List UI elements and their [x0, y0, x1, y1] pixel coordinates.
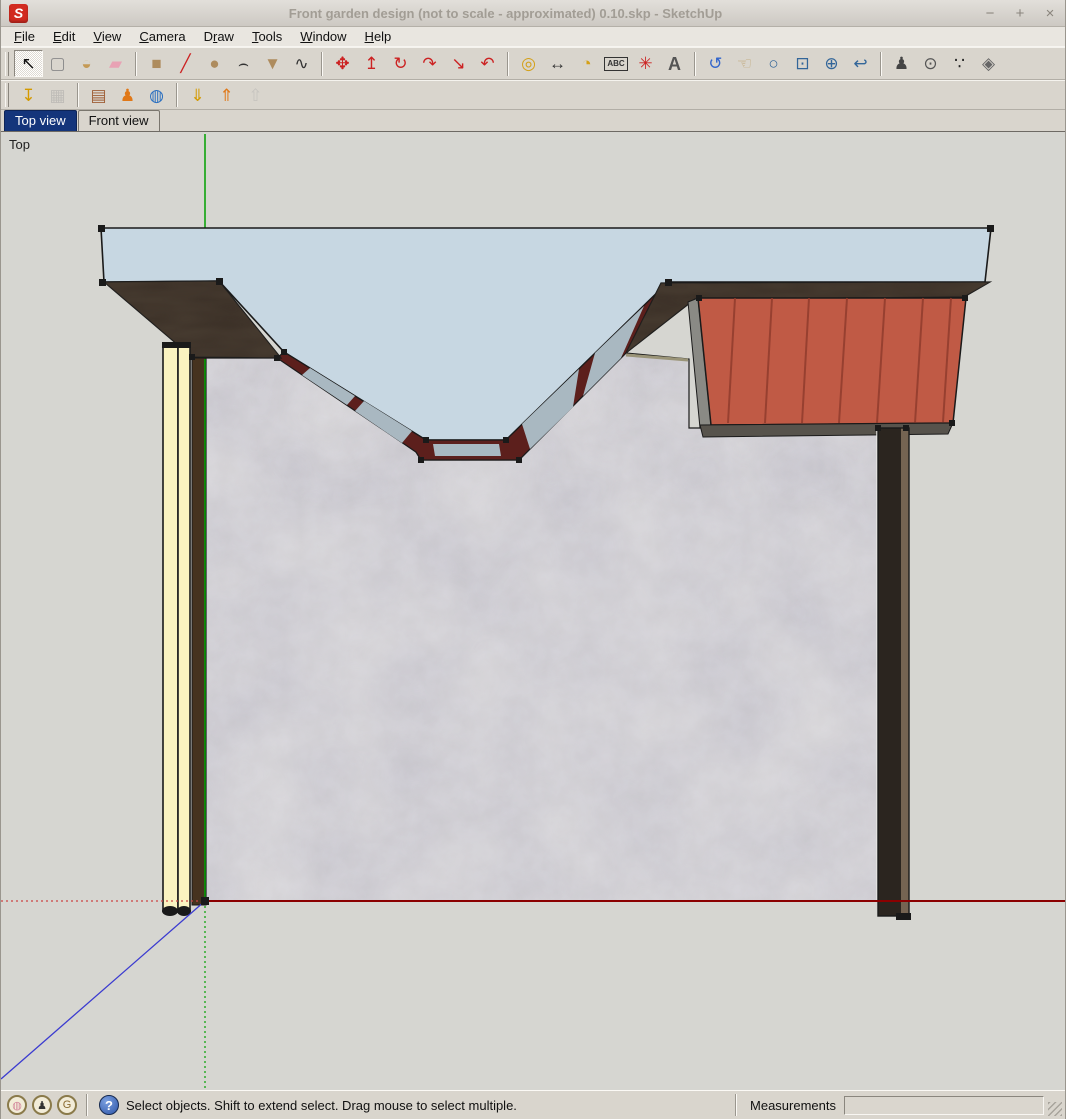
share-component[interactable]: ⇧ [241, 83, 270, 108]
move-tool[interactable]: ✥ [328, 50, 357, 77]
measurements-label: Measurements [750, 1098, 836, 1113]
menu-file[interactable]: File [5, 28, 44, 45]
measurements-input[interactable] [844, 1096, 1044, 1115]
sketchup-window: S Front garden design (not to scale - ap… [0, 0, 1066, 1119]
section-plane-tool[interactable]: ◈ [974, 50, 1003, 77]
menu-window[interactable]: Window [291, 28, 355, 45]
tab-top-view[interactable]: Top view [4, 110, 77, 131]
dimension-tool[interactable]: ↔ [543, 50, 572, 77]
status-bar: ◍♟G ? Select objects. Shift to extend se… [1, 1090, 1065, 1119]
toolbar-drag-handle[interactable] [5, 52, 9, 76]
previous-view-tool[interactable]: ↩ [846, 50, 875, 77]
statusbar-separator [86, 1094, 87, 1116]
toolbar-separator [507, 52, 509, 76]
axes-origin [201, 897, 209, 905]
window-resize-grip[interactable] [1048, 1102, 1062, 1116]
wall-post-right[interactable] [877, 428, 911, 920]
position-camera-tool[interactable]: ♟ [887, 50, 916, 77]
toolbar-separator [77, 83, 79, 107]
look-around-tool[interactable]: ⊙ [916, 50, 945, 77]
rectangle-tool[interactable]: ■ [142, 50, 171, 77]
model-viewport[interactable]: Top [1, 132, 1066, 1090]
arc-tool[interactable]: ⌢ [229, 50, 258, 77]
freehand-tool[interactable]: ∿ [287, 50, 316, 77]
toolbar-separator [135, 52, 137, 76]
scene-tab-bar: Top viewFront view [1, 110, 1065, 132]
toolbar-separator [176, 83, 178, 107]
toolbar-separator [321, 52, 323, 76]
toolbar-separator [694, 52, 696, 76]
maximize-button[interactable]: + [1013, 5, 1027, 22]
menu-help[interactable]: Help [356, 28, 401, 45]
minimize-button[interactable]: − [983, 5, 997, 22]
tape-measure-tool[interactable]: ◎ [514, 50, 543, 77]
sketchup-logo-icon: S [9, 4, 28, 23]
zoom-extents-tool[interactable]: ⊕ [817, 50, 846, 77]
line-tool[interactable]: ╱ [171, 50, 200, 77]
3d-text-tool[interactable]: A [660, 50, 689, 77]
share-model[interactable]: ⇑ [212, 83, 241, 108]
scale-tool[interactable]: ↘ [444, 50, 473, 77]
credit-icon[interactable]: ♟ [32, 1095, 52, 1115]
toggle-terrain[interactable]: ▦ [43, 83, 72, 108]
get-current-view[interactable]: ↧ [14, 83, 43, 108]
tab-front-view[interactable]: Front view [78, 110, 160, 131]
get-models[interactable]: ⇓ [183, 83, 212, 108]
protractor-tool[interactable]: ◔ [572, 50, 601, 77]
toolbar-drag-handle[interactable] [5, 83, 9, 107]
orbit-tool[interactable]: ↺ [701, 50, 730, 77]
statusbar-separator [735, 1094, 736, 1116]
preview-model-in-google-earth[interactable]: ♟ [113, 83, 142, 108]
hint-icon[interactable]: ◍ [7, 1095, 27, 1115]
google-earth[interactable]: ◍ [142, 83, 171, 108]
view-name-label: Top [9, 137, 30, 152]
help-icon[interactable]: ? [99, 1095, 119, 1115]
toolbar-separator [880, 52, 882, 76]
axes-tool[interactable]: ✳ [631, 50, 660, 77]
menu-draw[interactable]: Draw [195, 28, 243, 45]
select-tool[interactable]: ↖ [14, 50, 43, 77]
model-canvas[interactable]: Top [1, 132, 1066, 1090]
walk-tool[interactable]: ∵ [945, 50, 974, 77]
menu-view[interactable]: View [84, 28, 130, 45]
close-button[interactable]: × [1043, 5, 1057, 22]
photo-textures[interactable]: ▤ [84, 83, 113, 108]
google-toolbar: ↧▦ ▤♟◍ ⇓⇑⇧ [1, 80, 1065, 110]
glass-pane[interactable] [433, 444, 501, 456]
pan-tool[interactable]: ☜ [730, 50, 759, 77]
menu-edit[interactable]: Edit [44, 28, 84, 45]
circle-tool[interactable]: ● [200, 50, 229, 77]
make-component-tool[interactable]: ▢ [43, 50, 72, 77]
offset-tool[interactable]: ↶ [473, 50, 502, 77]
window-title: Front garden design (not to scale - appr… [28, 6, 983, 21]
eraser-tool[interactable]: ▰ [101, 50, 130, 77]
wall-strip-left[interactable] [192, 358, 206, 905]
zoom-window-tool[interactable]: ⊡ [788, 50, 817, 77]
fence-left[interactable] [162, 342, 191, 916]
main-toolbar: ↖▢◒▰ ■╱●⌢▼∿ ✥↥↻↷↘↶ ◎↔◔ABC✳A ↺☜○⊡⊕↩ ♟⊙∵◈ [1, 47, 1065, 80]
status-message: Select objects. Shift to extend select. … [126, 1098, 517, 1113]
follow-me-tool[interactable]: ↷ [415, 50, 444, 77]
google-icon[interactable]: G [57, 1095, 77, 1115]
menu-tools[interactable]: Tools [243, 28, 291, 45]
polygon-tool[interactable]: ▼ [258, 50, 287, 77]
garage-roof[interactable] [688, 298, 966, 437]
push-pull-tool[interactable]: ↥ [357, 50, 386, 77]
rotate-tool[interactable]: ↻ [386, 50, 415, 77]
title-bar: S Front garden design (not to scale - ap… [1, 0, 1065, 27]
text-tool[interactable]: ABC [604, 57, 628, 71]
menu-camera[interactable]: Camera [130, 28, 194, 45]
menu-bar: FileEditViewCameraDrawToolsWindowHelp [1, 27, 1065, 47]
zoom-tool[interactable]: ○ [759, 50, 788, 77]
paint-bucket-tool[interactable]: ◒ [72, 50, 101, 77]
